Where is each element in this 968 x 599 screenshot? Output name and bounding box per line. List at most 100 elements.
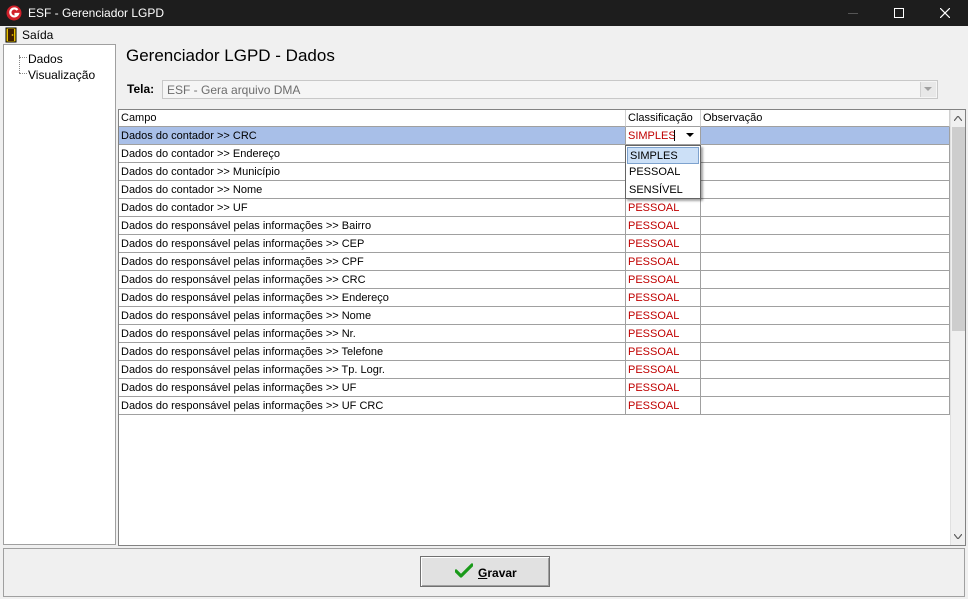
classification-dropdown[interactable]: SIMPLES bbox=[626, 127, 701, 145]
cell-observacao[interactable] bbox=[701, 217, 950, 235]
cell-observacao[interactable] bbox=[701, 397, 950, 415]
cell-observacao[interactable] bbox=[701, 253, 950, 271]
cell-observacao[interactable] bbox=[701, 181, 950, 199]
cell-observacao[interactable] bbox=[701, 145, 950, 163]
cell-campo[interactable]: Dados do responsável pelas informações >… bbox=[119, 289, 626, 307]
scroll-down-button[interactable] bbox=[951, 528, 965, 545]
dropdown-option-pessoal[interactable]: PESSOAL bbox=[627, 164, 699, 181]
cell-observacao[interactable] bbox=[701, 325, 950, 343]
cell-campo[interactable]: Dados do responsável pelas informações >… bbox=[119, 307, 626, 325]
cell-classificacao[interactable]: PESSOAL bbox=[626, 379, 701, 397]
table-row[interactable]: Dados do responsável pelas informações >… bbox=[119, 289, 950, 307]
dropdown-option-simples[interactable]: SIMPLES bbox=[627, 147, 699, 164]
table-row[interactable]: Dados do responsável pelas informações >… bbox=[119, 343, 950, 361]
cell-classificacao-text: PESSOAL bbox=[628, 238, 680, 250]
cell-observacao[interactable] bbox=[701, 379, 950, 397]
cell-observacao[interactable] bbox=[701, 271, 950, 289]
cell-campo[interactable]: Dados do responsável pelas informações >… bbox=[119, 271, 626, 289]
cell-classificacao[interactable]: PESSOAL bbox=[626, 307, 701, 325]
tree-item-dados[interactable]: Dados bbox=[28, 52, 63, 66]
cell-classificacao[interactable]: PESSOAL bbox=[626, 289, 701, 307]
data-grid: Campo Classificação Observação Dados do … bbox=[118, 109, 966, 546]
tree-item-visualizacao[interactable]: Visualização bbox=[28, 68, 95, 82]
cell-classificacao-text: PESSOAL bbox=[628, 400, 680, 412]
cell-campo[interactable]: Dados do responsável pelas informações >… bbox=[119, 361, 626, 379]
cell-classificacao[interactable]: PESSOAL bbox=[626, 235, 701, 253]
table-row[interactable]: Dados do contador >> CRC SIMPLES bbox=[119, 127, 950, 145]
table-row[interactable]: Dados do responsável pelas informações >… bbox=[119, 379, 950, 397]
table-row[interactable]: Dados do responsável pelas informações >… bbox=[119, 253, 950, 271]
cell-observacao[interactable] bbox=[701, 343, 950, 361]
cell-campo[interactable]: Dados do responsável pelas informações >… bbox=[119, 325, 626, 343]
table-row[interactable]: Dados do contador >> Nome bbox=[119, 181, 950, 199]
table-row[interactable]: Dados do responsável pelas informações >… bbox=[119, 325, 950, 343]
cell-classificacao[interactable]: PESSOAL bbox=[626, 271, 701, 289]
table-row[interactable]: Dados do contador >> UF PESSOAL bbox=[119, 199, 950, 217]
minimize-icon bbox=[848, 13, 858, 14]
cell-observacao[interactable] bbox=[701, 163, 950, 181]
table-row[interactable]: Dados do responsável pelas informações >… bbox=[119, 307, 950, 325]
cell-observacao[interactable] bbox=[701, 289, 950, 307]
cell-campo[interactable]: Dados do responsável pelas informações >… bbox=[119, 397, 626, 415]
table-row[interactable]: Dados do responsável pelas informações >… bbox=[119, 235, 950, 253]
checkmark-icon bbox=[455, 563, 473, 578]
title-bar: ESF - Gerenciador LGPD bbox=[0, 0, 968, 26]
cell-classificacao-text: PESSOAL bbox=[628, 256, 680, 268]
table-row[interactable]: Dados do contador >> Município bbox=[119, 163, 950, 181]
maximize-button[interactable] bbox=[876, 0, 922, 26]
dropdown-option-sensivel[interactable]: SENSÍVEL bbox=[627, 182, 699, 199]
cell-classificacao[interactable]: PESSOAL bbox=[626, 361, 701, 379]
table-row[interactable]: Dados do responsável pelas informações >… bbox=[119, 271, 950, 289]
minimize-button[interactable] bbox=[830, 0, 876, 26]
cell-campo[interactable]: Dados do contador >> Nome bbox=[119, 181, 626, 199]
classification-dropdown-list: SIMPLES PESSOAL SENSÍVEL bbox=[625, 145, 701, 199]
cell-campo[interactable]: Dados do contador >> Endereço bbox=[119, 145, 626, 163]
cell-campo[interactable]: Dados do responsável pelas informações >… bbox=[119, 253, 626, 271]
cell-classificacao-text: PESSOAL bbox=[628, 382, 680, 394]
table-row[interactable]: Dados do responsável pelas informações >… bbox=[119, 361, 950, 379]
esf-logo-icon bbox=[6, 5, 22, 21]
chevron-down-icon bbox=[920, 82, 936, 97]
chevron-up-icon bbox=[954, 116, 962, 121]
cell-observacao[interactable] bbox=[701, 307, 950, 325]
close-button[interactable] bbox=[922, 0, 968, 26]
menu-exit[interactable]: Saída bbox=[22, 28, 53, 42]
chevron-down-icon[interactable] bbox=[682, 127, 698, 143]
cell-classificacao-text: PESSOAL bbox=[628, 274, 680, 286]
cell-observacao[interactable] bbox=[701, 127, 950, 145]
cell-campo[interactable]: Dados do responsável pelas informações >… bbox=[119, 379, 626, 397]
table-row[interactable]: Dados do responsável pelas informações >… bbox=[119, 217, 950, 235]
cell-campo[interactable]: Dados do responsável pelas informações >… bbox=[119, 235, 626, 253]
maximize-icon bbox=[894, 8, 904, 18]
scroll-up-button[interactable] bbox=[951, 110, 965, 127]
column-header-campo[interactable]: Campo bbox=[119, 110, 626, 127]
vertical-scrollbar[interactable] bbox=[950, 110, 965, 545]
table-row[interactable]: Dados do contador >> Endereço bbox=[119, 145, 950, 163]
column-header-observacao[interactable]: Observação bbox=[701, 110, 950, 127]
cell-classificacao[interactable]: PESSOAL bbox=[626, 325, 701, 343]
cell-classificacao-text: SIMPLES bbox=[628, 130, 676, 142]
cell-campo[interactable]: Dados do responsável pelas informações >… bbox=[119, 343, 626, 361]
cell-campo[interactable]: Dados do responsável pelas informações >… bbox=[119, 217, 626, 235]
cell-campo[interactable]: Dados do contador >> Município bbox=[119, 163, 626, 181]
cell-observacao[interactable] bbox=[701, 235, 950, 253]
window-title: ESF - Gerenciador LGPD bbox=[28, 6, 165, 20]
cell-classificacao[interactable]: PESSOAL bbox=[626, 343, 701, 361]
scroll-thumb[interactable] bbox=[952, 127, 965, 331]
cell-campo[interactable]: Dados do contador >> UF bbox=[119, 199, 626, 217]
column-header-classificacao[interactable]: Classificação bbox=[626, 110, 701, 127]
cell-classificacao-text: PESSOAL bbox=[628, 346, 680, 358]
tree-connector bbox=[19, 57, 27, 58]
cell-observacao[interactable] bbox=[701, 361, 950, 379]
cell-classificacao[interactable]: PESSOAL bbox=[626, 397, 701, 415]
cell-classificacao-text: PESSOAL bbox=[628, 202, 680, 214]
cell-campo[interactable]: Dados do contador >> CRC bbox=[119, 127, 626, 145]
cell-observacao[interactable] bbox=[701, 199, 950, 217]
cell-classificacao[interactable]: PESSOAL bbox=[626, 199, 701, 217]
cell-classificacao[interactable]: PESSOAL bbox=[626, 217, 701, 235]
save-button[interactable]: Gravar bbox=[420, 556, 550, 587]
table-row[interactable]: Dados do responsável pelas informações >… bbox=[119, 397, 950, 415]
tela-label: Tela: bbox=[127, 82, 155, 96]
cell-classificacao[interactable]: PESSOAL bbox=[626, 253, 701, 271]
cell-classificacao-text: PESSOAL bbox=[628, 310, 680, 322]
